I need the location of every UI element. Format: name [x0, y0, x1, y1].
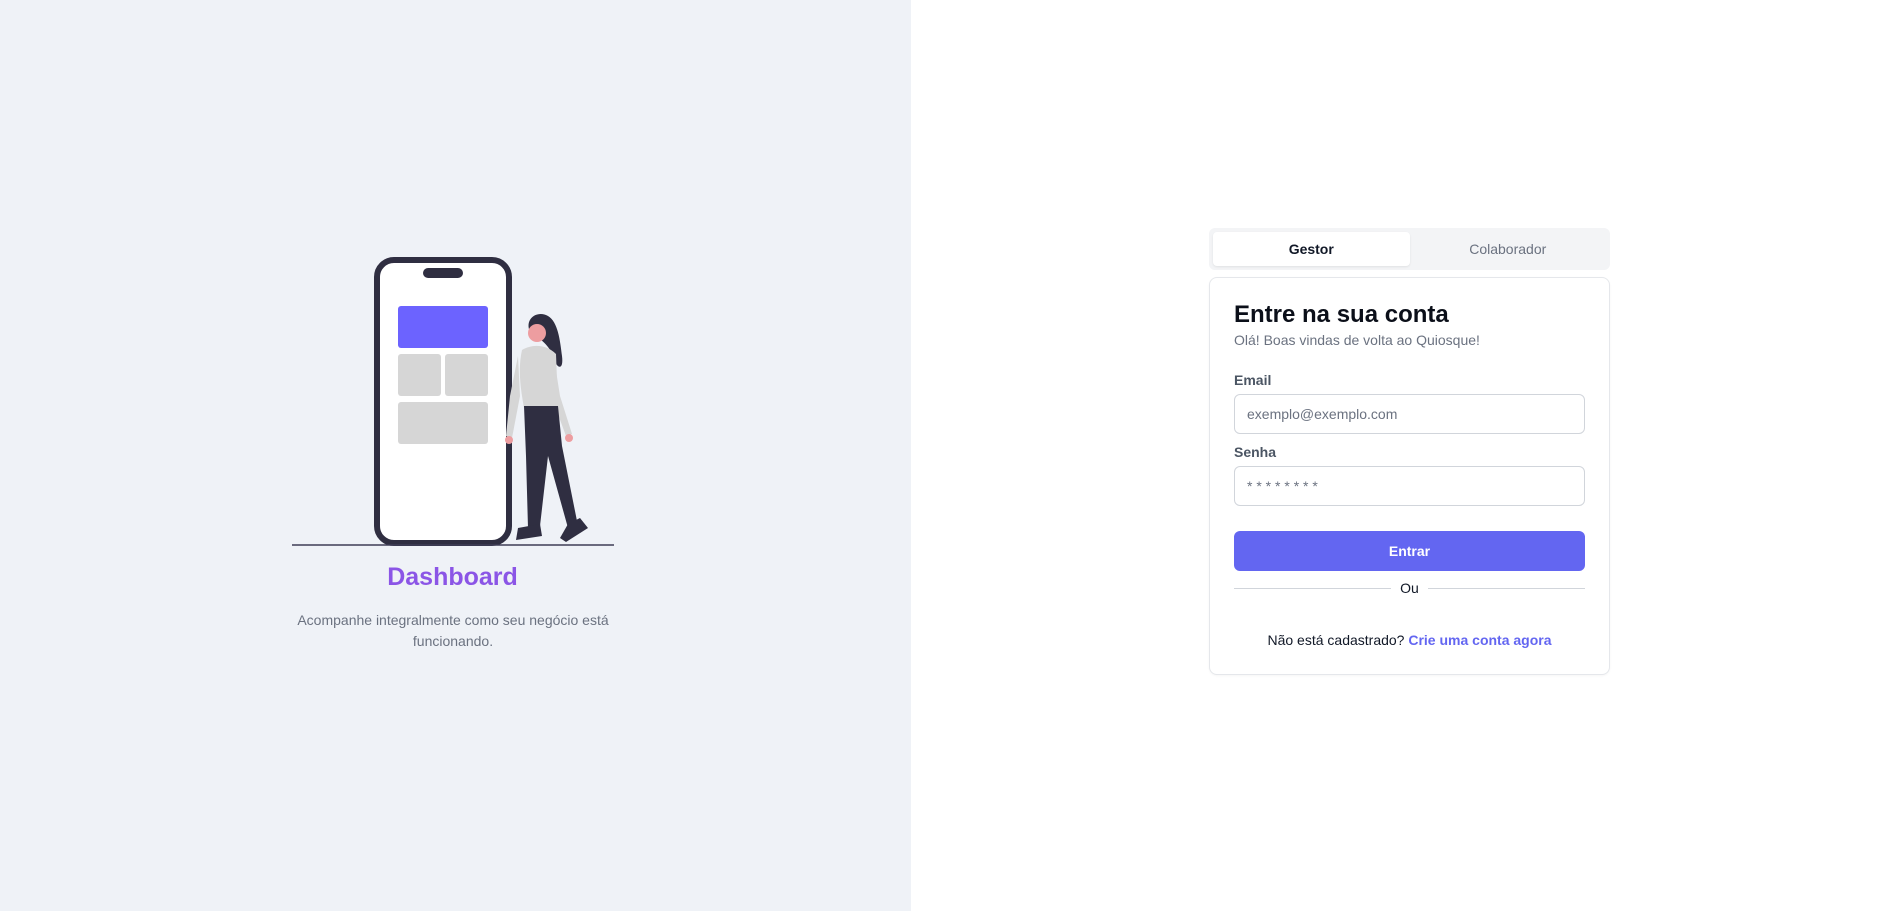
hero-description: Acompanhe integralmente como seu negócio… [297, 612, 609, 649]
login-panel: Gestor Colaborador Entre na sua conta Ol… [911, 0, 1900, 911]
signup-prompt: Não está cadastrado? [1267, 632, 1409, 648]
login-page: Dashboard Acompanhe integralmente como s… [0, 0, 1900, 911]
phone-card-small-right [445, 354, 488, 396]
login-button[interactable]: Entrar [1234, 531, 1585, 571]
login-container: Gestor Colaborador Entre na sua conta Ol… [1209, 228, 1610, 675]
phone-card-primary [398, 306, 488, 348]
divider-line-right [1427, 587, 1585, 589]
signup-link[interactable]: Crie uma conta agora [1408, 632, 1551, 648]
phone-card-small-left [398, 354, 441, 396]
email-label: Email [1234, 372, 1272, 388]
hero-title: Dashboard [387, 563, 518, 591]
role-tabs: Gestor Colaborador [1209, 228, 1610, 270]
password-field[interactable] [1234, 466, 1585, 506]
phone-card-wide [398, 402, 488, 444]
dashboard-illustration [292, 257, 614, 546]
signup-row: Não está cadastrado? Crie uma conta agor… [1234, 632, 1585, 648]
login-subtitle: Olá! Boas vindas de volta ao Quiosque! [1234, 332, 1480, 348]
woman-legs [524, 406, 578, 528]
divider-text: Ou [1400, 580, 1419, 596]
hero-panel: Dashboard Acompanhe integralmente como s… [0, 0, 911, 911]
woman-face [528, 324, 546, 342]
login-title: Entre na sua conta [1234, 301, 1449, 328]
woman-right-shoe [560, 518, 588, 542]
divider-line-left [1234, 587, 1392, 589]
woman-torso [519, 345, 558, 408]
tab-gestor[interactable]: Gestor [1213, 232, 1410, 266]
woman-right-hand [565, 434, 573, 442]
woman-left-shoe [516, 524, 542, 540]
phone-notch [423, 268, 463, 278]
woman-left-hand [505, 436, 513, 444]
email-field[interactable] [1234, 394, 1585, 434]
or-divider: Ou [1234, 580, 1585, 596]
login-card: Entre na sua conta Olá! Boas vindas de v… [1209, 277, 1610, 675]
tab-colaborador[interactable]: Colaborador [1410, 232, 1607, 266]
password-label: Senha [1234, 444, 1277, 460]
phone-frame [374, 257, 512, 546]
